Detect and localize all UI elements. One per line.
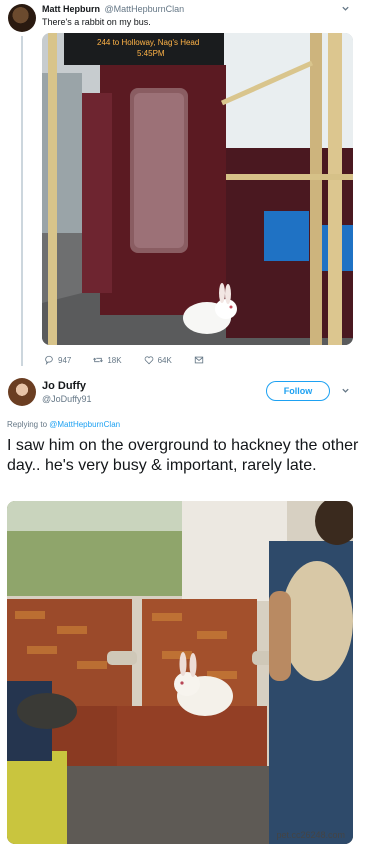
reply-icon (45, 355, 53, 365)
heart-icon (144, 356, 153, 365)
chevron-down-icon[interactable] (341, 386, 350, 397)
tweet-text: I saw him on the overground to hackney t… (7, 437, 359, 474)
replying-prefix: Replying to (7, 420, 48, 429)
replying-to: Replying to @MattHepburnClan (7, 420, 120, 429)
author-name[interactable]: Matt Hepburn (42, 4, 100, 14)
retweet-icon (93, 357, 104, 363)
parent-tweet: Matt Hepburn @MattHepburnClan There's a … (0, 0, 375, 368)
reply-count: 947 (58, 355, 72, 365)
tweet-photo-bus-rabbit[interactable]: 244 to Holloway, Nag's Head 5:45PM (42, 33, 353, 345)
retweet-button[interactable]: 18K (93, 355, 122, 365)
tweet-action-bar: 947 18K 64K (44, 353, 230, 367)
like-button[interactable]: 64K (144, 355, 172, 365)
retweet-count: 18K (107, 355, 122, 365)
train-interior-image (7, 501, 353, 844)
watermark: pet.cc26248.com (276, 830, 345, 840)
bus-sign-text: 244 to Holloway, Nag's Head (97, 38, 199, 47)
mention-link[interactable]: @MattHepburnClan (49, 420, 120, 429)
like-count: 64K (157, 355, 172, 365)
avatar[interactable] (8, 378, 36, 406)
author-handle[interactable]: @MattHepburnClan (105, 4, 185, 14)
author-handle[interactable]: @JoDuffy91 (42, 394, 92, 404)
tweet-photo-train-rabbit[interactable]: pet.cc26248.com (7, 501, 353, 844)
follow-button[interactable]: Follow (266, 381, 330, 401)
bus-interior-image: 244 to Holloway, Nag's Head 5:45PM (42, 33, 353, 345)
tweet-text: There's a rabbit on my bus. (42, 17, 151, 27)
direct-message-button[interactable] (194, 355, 208, 365)
direct-message-icon (194, 356, 203, 364)
chevron-down-icon[interactable] (341, 4, 350, 15)
thread-connector-line (21, 36, 23, 366)
tweet-author: Matt Hepburn @MattHepburnClan (42, 4, 184, 14)
reply-button[interactable]: 947 (44, 355, 71, 365)
avatar[interactable] (8, 4, 36, 32)
bus-time-text: 5:45PM (137, 49, 165, 58)
author-name[interactable]: Jo Duffy (42, 380, 86, 392)
